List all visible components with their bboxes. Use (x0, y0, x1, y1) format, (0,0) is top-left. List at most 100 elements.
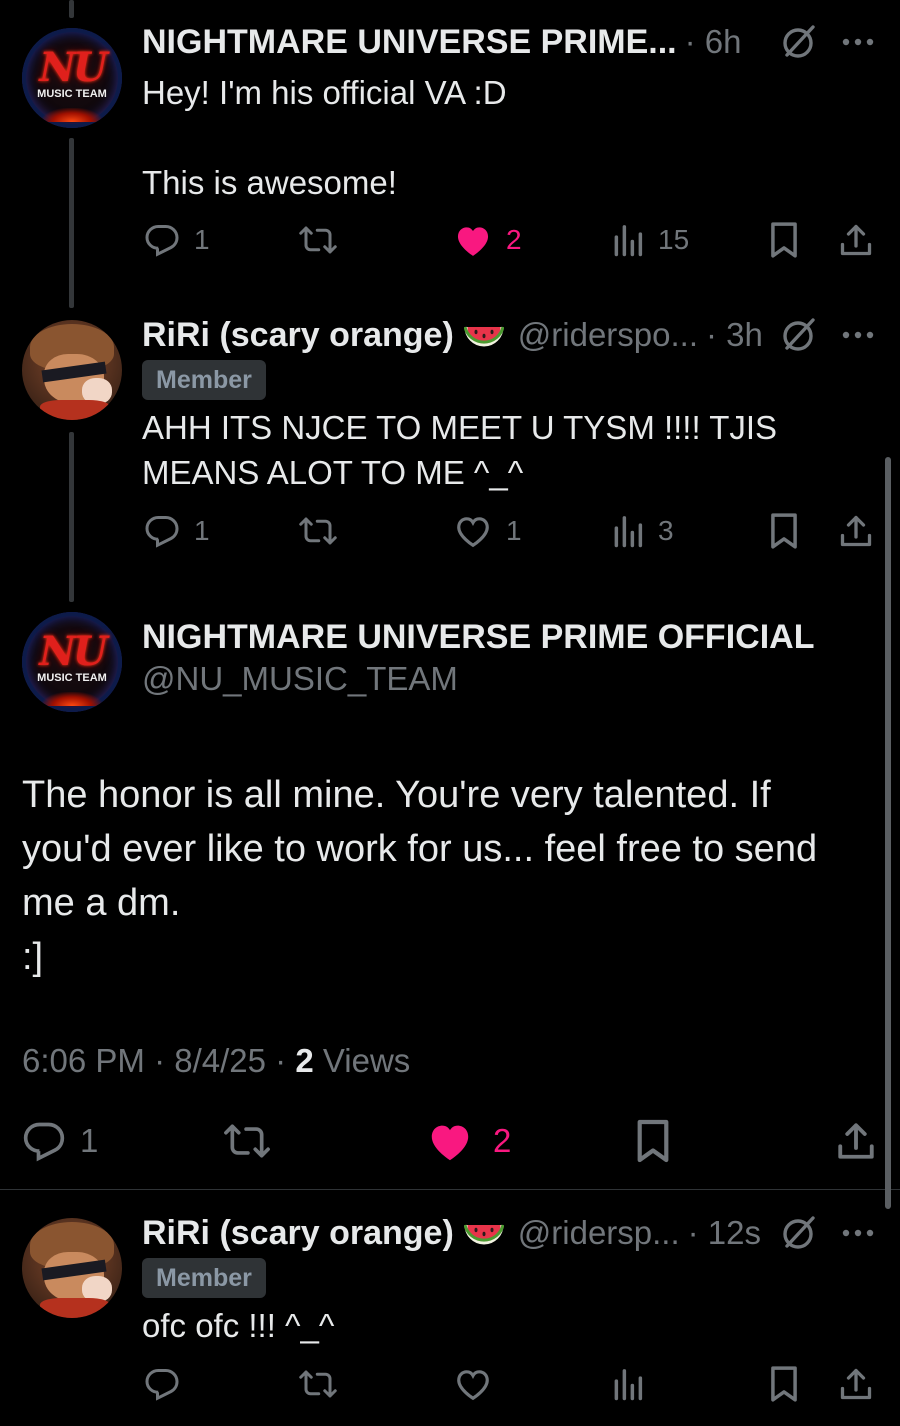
reply-icon (145, 225, 179, 257)
views-count: 2 (295, 1042, 314, 1079)
thread-line (69, 0, 74, 18)
reply-count: 1 (194, 515, 210, 546)
reply-icon (145, 516, 179, 548)
fire-glow (42, 692, 102, 706)
avatar[interactable]: NU MUSIC TEAM (22, 612, 122, 712)
fire-glow (42, 108, 102, 122)
post-text: ofc ofc !!! ^_^ (142, 1307, 335, 1344)
post-text: AHH ITS NJCE TO MEET U TYSM !!!! TJIS ME… (142, 409, 778, 491)
views-button[interactable] (612, 1364, 644, 1404)
thread-line (69, 432, 74, 602)
thread-line (69, 138, 74, 308)
share-button[interactable] (838, 1364, 874, 1404)
retweet-button[interactable] (298, 220, 338, 260)
retweet-button[interactable] (298, 1364, 338, 1404)
share-icon (840, 515, 872, 547)
post-date[interactable]: 8/4/25 (174, 1042, 266, 1079)
views-label: Views (322, 1042, 411, 1079)
avatar-logo-subtext: MUSIC TEAM (37, 88, 107, 100)
reply-button[interactable]: 1 (144, 511, 210, 551)
share-button[interactable] (838, 511, 874, 551)
post-time[interactable]: · 6h (685, 23, 742, 61)
reply-count: 1 (80, 1122, 99, 1159)
heart-icon (457, 227, 489, 256)
post-header: RiRi (scary orange) @ridersp... · 12s (142, 1211, 761, 1255)
author-handle[interactable]: @NU_MUSIC_TEAM (142, 660, 458, 698)
bookmark-button[interactable] (634, 1118, 672, 1164)
divider (0, 1189, 900, 1190)
author-name[interactable]: RiRi (scary orange) (142, 316, 454, 355)
avatar[interactable] (22, 1218, 122, 1318)
scrollbar[interactable] (885, 457, 891, 1209)
avatar[interactable] (22, 320, 122, 420)
views-icon (614, 1369, 643, 1401)
bookmark-button[interactable] (768, 511, 800, 551)
more-icon[interactable] (838, 315, 878, 355)
post-header: RiRi (scary orange) @riderspo... · 3h (142, 313, 763, 357)
avatar[interactable]: NU MUSIC TEAM (22, 28, 122, 128)
more-icon[interactable] (838, 1213, 878, 1253)
member-badge[interactable]: Member (142, 360, 266, 400)
share-icon (840, 224, 872, 256)
bookmark-icon (771, 513, 797, 549)
retweet-button[interactable] (222, 1118, 272, 1164)
views-count: 15 (658, 224, 690, 255)
retweet-button[interactable] (298, 511, 338, 551)
views-icon (614, 225, 643, 257)
member-badge[interactable]: Member (142, 1258, 266, 1298)
heart-icon (457, 517, 489, 548)
reply-button[interactable]: 1 (144, 220, 210, 260)
share-icon (838, 1123, 874, 1159)
grok-icon[interactable] (779, 1213, 819, 1253)
more-icon[interactable] (838, 22, 878, 62)
reply-icon (23, 1122, 65, 1162)
post-text: The honor is all mine. You're very talen… (22, 774, 818, 978)
post-time[interactable]: · 12s (688, 1214, 761, 1252)
share-button[interactable] (838, 220, 874, 260)
heart-icon (431, 1125, 469, 1161)
conversation-thread: NU MUSIC TEAM NIGHTMARE UNIVERSE PRIME..… (0, 0, 900, 1426)
retweet-icon (299, 226, 337, 254)
like-count: 1 (506, 515, 522, 546)
heart-icon (457, 1370, 489, 1401)
views-button[interactable]: 15 (612, 220, 689, 260)
post-header: NIGHTMARE UNIVERSE PRIME... · 6h (142, 20, 741, 64)
like-count: 2 (493, 1122, 512, 1159)
grok-icon[interactable] (779, 22, 819, 62)
like-button[interactable] (454, 1364, 492, 1404)
author-name[interactable]: NIGHTMARE UNIVERSE PRIME... (142, 23, 677, 62)
post-time[interactable]: 6:06 PM (22, 1042, 145, 1079)
share-button[interactable] (835, 1118, 877, 1164)
post-text: Hey! I'm his official VA :D This is awes… (142, 74, 507, 201)
bookmark-button[interactable] (768, 220, 800, 260)
reply-icon (145, 1369, 179, 1401)
avatar-logo-subtext: MUSIC TEAM (37, 672, 107, 684)
reply-button[interactable]: 1 (22, 1118, 98, 1164)
like-count: 2 (506, 224, 522, 255)
watermelon-icon (463, 326, 504, 347)
author-handle[interactable]: @ridersp... (518, 1214, 680, 1252)
avatar-logo-text: NU (39, 628, 107, 675)
reply-count: 1 (194, 224, 210, 255)
retweet-icon (224, 1124, 270, 1158)
grok-icon[interactable] (779, 315, 819, 355)
watermelon-icon (463, 1224, 504, 1245)
like-button[interactable]: 1 (454, 511, 522, 551)
retweet-icon (299, 1370, 337, 1398)
avatar-logo-text: NU (39, 44, 107, 91)
bookmark-icon (771, 222, 797, 258)
like-button[interactable]: 2 (454, 220, 522, 260)
like-button[interactable]: 2 (427, 1118, 511, 1164)
bookmark-icon (637, 1119, 669, 1163)
views-icon (614, 516, 643, 548)
reply-button[interactable] (144, 1364, 180, 1404)
author-name[interactable]: NIGHTMARE UNIVERSE PRIME OFFICIAL (142, 618, 814, 657)
views-count: 3 (658, 515, 674, 546)
author-handle[interactable]: @riderspo... (518, 316, 698, 354)
post-time[interactable]: · 3h (706, 316, 763, 354)
share-icon (840, 1368, 872, 1400)
author-name[interactable]: RiRi (scary orange) (142, 1214, 454, 1253)
bookmark-icon (771, 1366, 797, 1402)
views-button[interactable]: 3 (612, 511, 674, 551)
bookmark-button[interactable] (768, 1364, 800, 1404)
